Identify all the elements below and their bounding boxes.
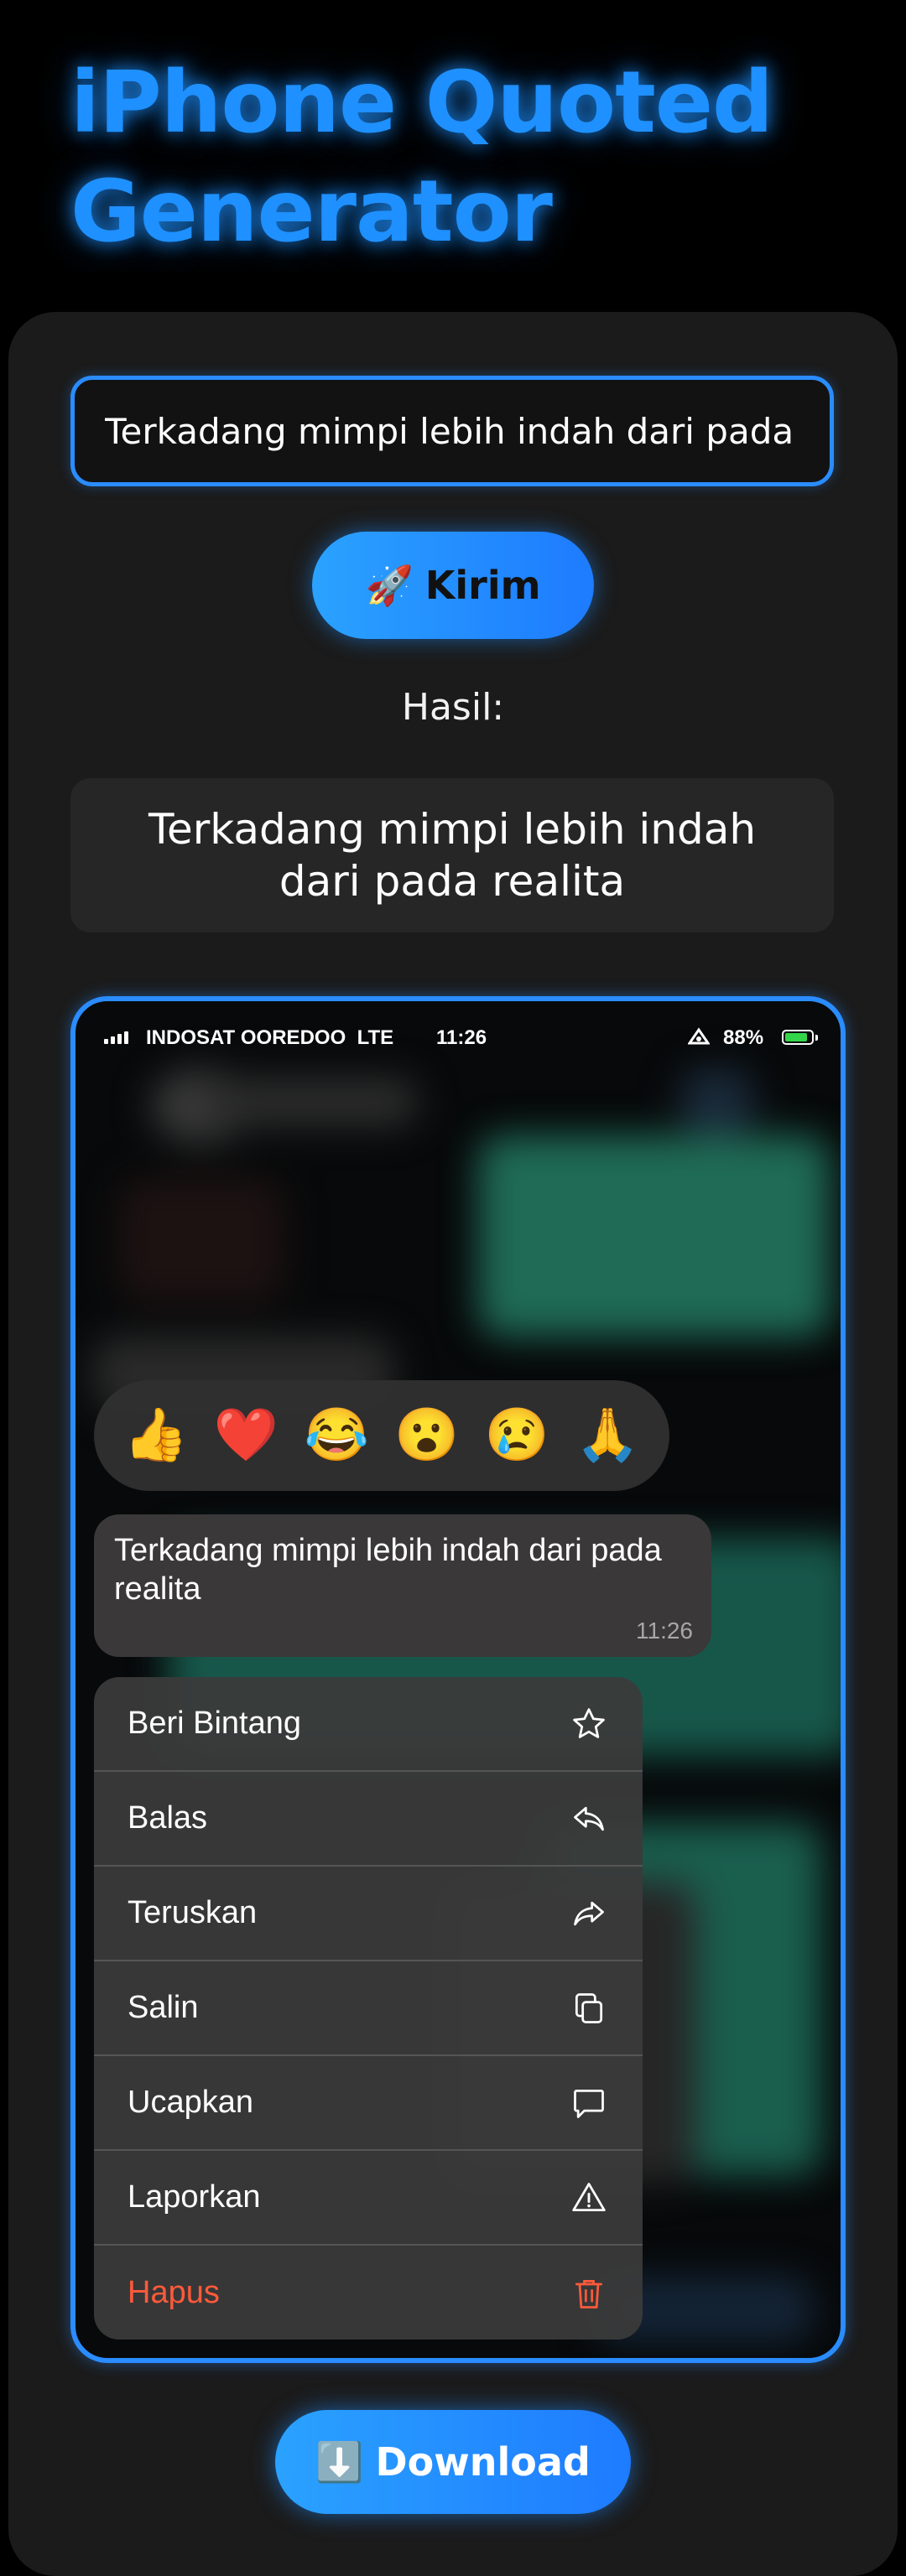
download-button-label: Download	[375, 2439, 591, 2485]
menu-item-ucapkan[interactable]: Ucapkan	[94, 2056, 643, 2151]
download-icon: ⬇️	[315, 2438, 364, 2485]
menu-item-laporkan[interactable]: Laporkan	[94, 2151, 643, 2246]
menu-item-label: Laporkan	[128, 2179, 261, 2215]
reaction-heart-icon[interactable]: ❤️	[208, 1410, 284, 1462]
menu-item-label: Ucapkan	[128, 2085, 253, 2120]
menu-item-label: Salin	[128, 1990, 199, 2025]
menu-item-balas[interactable]: Balas	[94, 1772, 643, 1867]
menu-item-teruskan[interactable]: Teruskan	[94, 1867, 643, 1961]
menu-item-label: Beri Bintang	[128, 1706, 302, 1741]
menu-item-salin[interactable]: Salin	[94, 1961, 643, 2056]
result-text: Terkadang mimpi lebih indah dari pada re…	[70, 778, 834, 932]
reaction-crying-icon[interactable]: 😢	[479, 1410, 555, 1462]
trash-icon	[569, 2273, 609, 2314]
star-icon	[569, 1704, 609, 1744]
send-button[interactable]: 🚀 Kirim	[312, 532, 594, 639]
speech-bubble-icon	[569, 2083, 609, 2123]
signal-strength-icon	[104, 1031, 128, 1044]
reaction-pray-icon[interactable]: 🙏	[570, 1410, 645, 1462]
reaction-thumbs-up-icon[interactable]: 👍	[118, 1410, 194, 1462]
menu-item-label: Balas	[128, 1800, 208, 1836]
rocket-icon: 🚀	[365, 562, 414, 608]
message-time: 11:26	[636, 1618, 693, 1644]
reply-icon	[569, 1799, 609, 1839]
battery-icon	[782, 1030, 814, 1045]
warning-icon	[569, 2178, 609, 2218]
reaction-surprised-icon[interactable]: 😮	[389, 1410, 465, 1462]
send-button-label: Kirim	[424, 563, 541, 608]
menu-item-label: Teruskan	[128, 1895, 258, 1930]
iphone-preview: INDOSAT OOREDOO LTE 11:26 88% 👍 ❤️ 😂 😮 😢 🙏 Te…	[70, 996, 846, 2363]
context-menu: Beri Bintang Balas Teruskan Salin Ucapkan Lap…	[94, 1677, 643, 2340]
forward-icon	[569, 1893, 609, 1934]
message-text: Terkadang mimpi lebih indah dari pada re…	[114, 1533, 662, 1607]
copy-icon	[569, 1988, 609, 2028]
status-bar: INDOSAT OOREDOO LTE 11:26 88%	[76, 1001, 841, 1068]
carrier-name: INDOSAT OOREDOO LTE	[146, 1026, 394, 1049]
message-bubble: Terkadang mimpi lebih indah dari pada re…	[94, 1514, 711, 1657]
menu-item-beri-bintang[interactable]: Beri Bintang	[94, 1677, 643, 1772]
menu-item-label: Hapus	[128, 2275, 220, 2310]
network-type: LTE	[357, 1026, 394, 1049]
status-time: 11:26	[436, 1026, 487, 1049]
result-label: Hasil:	[401, 686, 505, 729]
download-button[interactable]: ⬇️ Download	[275, 2410, 631, 2514]
reaction-bar: 👍 ❤️ 😂 😮 😢 🙏	[94, 1380, 669, 1491]
hotspot-icon	[687, 1026, 711, 1051]
reaction-laughing-icon[interactable]: 😂	[299, 1410, 374, 1462]
quote-text-input[interactable]	[70, 376, 834, 486]
menu-item-hapus[interactable]: Hapus	[94, 2246, 643, 2340]
page-title: iPhone Quoted Generator	[70, 53, 773, 262]
battery-percent: 88%	[723, 1026, 764, 1049]
